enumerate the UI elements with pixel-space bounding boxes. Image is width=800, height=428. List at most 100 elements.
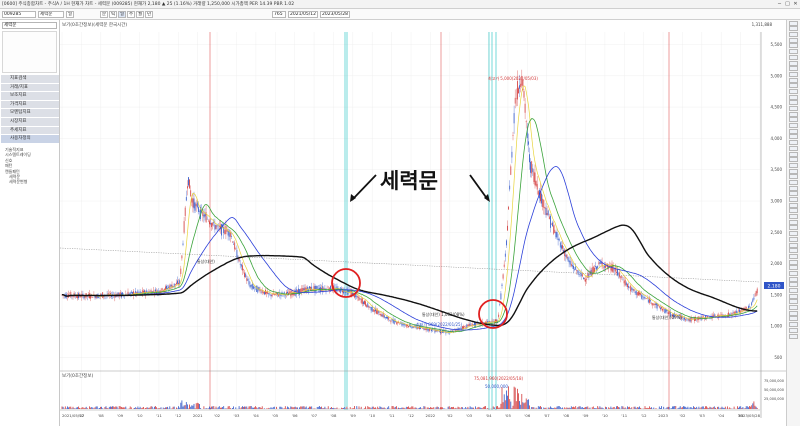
volume-bar xyxy=(586,407,587,409)
drawing-tool-icon[interactable] xyxy=(789,186,798,191)
candle-body xyxy=(754,298,755,300)
drawing-tool-icon[interactable] xyxy=(789,106,798,111)
drawing-tool-icon[interactable] xyxy=(789,123,798,128)
drawing-tool-icon[interactable] xyxy=(789,294,798,299)
period-button[interactable]: 일 xyxy=(66,11,74,18)
code-input[interactable]: 009285 xyxy=(2,11,36,18)
unit-tick-button[interactable]: 틱 xyxy=(109,11,117,18)
drawing-tool-icon[interactable] xyxy=(789,83,798,88)
menu-item[interactable]: 보조지표 xyxy=(1,92,59,101)
menu-item[interactable]: 가격지표 xyxy=(1,101,59,110)
drawing-tool-icon[interactable] xyxy=(789,282,798,287)
unit-day-button[interactable]: 일 xyxy=(118,11,126,18)
drawing-tool-icon[interactable] xyxy=(789,328,798,333)
volume-bar xyxy=(501,404,502,409)
unit-year-button[interactable]: 년 xyxy=(145,11,153,18)
drawing-tool-icon[interactable] xyxy=(789,197,798,202)
candle-body xyxy=(600,262,601,264)
drawing-tool-icon[interactable] xyxy=(789,334,798,339)
chart-area[interactable]: 보기(0초간정보)(세력문 한국시간) 1,311,888 세력문 최고가 5,… xyxy=(60,20,786,426)
drawing-tool-icon[interactable] xyxy=(789,21,798,26)
volume-bar xyxy=(428,408,429,409)
drawing-tool-icon[interactable] xyxy=(789,72,798,77)
menu-item[interactable]: 시장지표 xyxy=(1,118,59,127)
tree-item[interactable]: 세력문변형 xyxy=(1,179,59,184)
drawing-tool-icon[interactable] xyxy=(789,254,798,259)
drawing-tool-icon[interactable] xyxy=(789,61,798,66)
drawing-tool-icon[interactable] xyxy=(789,140,798,145)
drawing-tool-icon[interactable] xyxy=(789,49,798,54)
drawing-tool-icon[interactable] xyxy=(789,89,798,94)
drawing-tool-icon[interactable] xyxy=(789,180,798,185)
drawing-tool-icon[interactable] xyxy=(789,225,798,230)
menu-item[interactable]: 추세지표 xyxy=(1,127,59,136)
drawing-tool-icon[interactable] xyxy=(789,129,798,134)
candle-body xyxy=(661,307,662,308)
drawing-tool-icon[interactable] xyxy=(789,311,798,316)
volume-tick-label: 50,000,000 xyxy=(764,388,784,392)
drawing-tool-icon[interactable] xyxy=(789,271,798,276)
start-date-input[interactable]: 2021/05/12 xyxy=(288,11,318,18)
candle-body xyxy=(531,161,532,173)
drawing-tool-icon[interactable] xyxy=(789,243,798,248)
drawing-tool-icon[interactable] xyxy=(789,260,798,265)
close-button[interactable]: ✕ xyxy=(792,1,799,7)
drawing-tool-icon[interactable] xyxy=(789,169,798,174)
drawing-tool-icon[interactable] xyxy=(789,38,798,43)
drawing-tool-icon[interactable] xyxy=(789,208,798,213)
candle-body xyxy=(660,308,661,310)
drawing-tool-icon[interactable] xyxy=(789,32,798,37)
drawing-tools xyxy=(786,20,800,426)
end-date-input[interactable]: 2023/05/28 xyxy=(320,11,350,18)
drawing-tool-icon[interactable] xyxy=(789,95,798,100)
menu-item[interactable]: 지표검색 xyxy=(1,75,59,84)
indicator-search-input[interactable]: 세력문 xyxy=(2,22,57,29)
minimize-button[interactable]: ─ xyxy=(776,1,783,7)
volume-bar xyxy=(674,406,675,409)
drawing-tool-icon[interactable] xyxy=(789,299,798,304)
drawing-tool-icon[interactable] xyxy=(789,214,798,219)
drawing-tool-icon[interactable] xyxy=(789,237,798,242)
drawing-tool-icon[interactable] xyxy=(789,248,798,253)
drawing-tool-icon[interactable] xyxy=(789,322,798,327)
drawing-tool-icon[interactable] xyxy=(789,203,798,208)
drawing-tool-icon[interactable] xyxy=(789,265,798,270)
drawing-tool-icon[interactable] xyxy=(789,152,798,157)
menu-item[interactable]: 거래/지표 xyxy=(1,84,59,93)
drawing-tool-icon[interactable] xyxy=(789,78,798,83)
date-tick-label: '04 xyxy=(486,413,492,418)
candle-body xyxy=(155,290,156,292)
candle-body xyxy=(162,288,163,290)
drawing-tool-icon[interactable] xyxy=(789,100,798,105)
count-input[interactable]: 765 xyxy=(272,11,286,18)
drawing-tool-icon[interactable] xyxy=(789,117,798,122)
drawing-tool-icon[interactable] xyxy=(789,220,798,225)
drawing-tool-icon[interactable] xyxy=(789,134,798,139)
drawing-tool-icon[interactable] xyxy=(789,191,798,196)
drawing-tool-icon[interactable] xyxy=(789,55,798,60)
unit-week-button[interactable]: 주 xyxy=(127,11,135,18)
unit-month-button[interactable]: 월 xyxy=(136,11,144,18)
drawing-tool-icon[interactable] xyxy=(789,288,798,293)
drawing-tool-icon[interactable] xyxy=(789,26,798,31)
drawing-tool-icon[interactable] xyxy=(789,305,798,310)
menu-item-user-defined[interactable]: 사용자정의 xyxy=(1,135,59,144)
drawing-tool-icon[interactable] xyxy=(789,112,798,117)
drawing-tool-icon[interactable] xyxy=(789,174,798,179)
drawing-tool-icon[interactable] xyxy=(789,146,798,151)
maximize-button[interactable]: □ xyxy=(784,1,791,7)
drawing-tool-icon[interactable] xyxy=(789,316,798,321)
drawing-tool-icon[interactable] xyxy=(789,43,798,48)
volume-bar xyxy=(141,408,142,409)
drawing-tool-icon[interactable] xyxy=(789,163,798,168)
menu-item[interactable]: 모멘텀지표 xyxy=(1,109,59,118)
stock-name-field[interactable]: 세력문 xyxy=(38,11,64,18)
drawing-tool-icon[interactable] xyxy=(789,231,798,236)
volume-bar xyxy=(569,408,570,409)
volume-bar xyxy=(318,407,319,409)
drawing-tool-icon[interactable] xyxy=(789,277,798,282)
volume-bar xyxy=(198,403,199,409)
drawing-tool-icon[interactable] xyxy=(789,66,798,71)
unit-minute-button[interactable]: 분 xyxy=(100,11,108,18)
drawing-tool-icon[interactable] xyxy=(789,157,798,162)
